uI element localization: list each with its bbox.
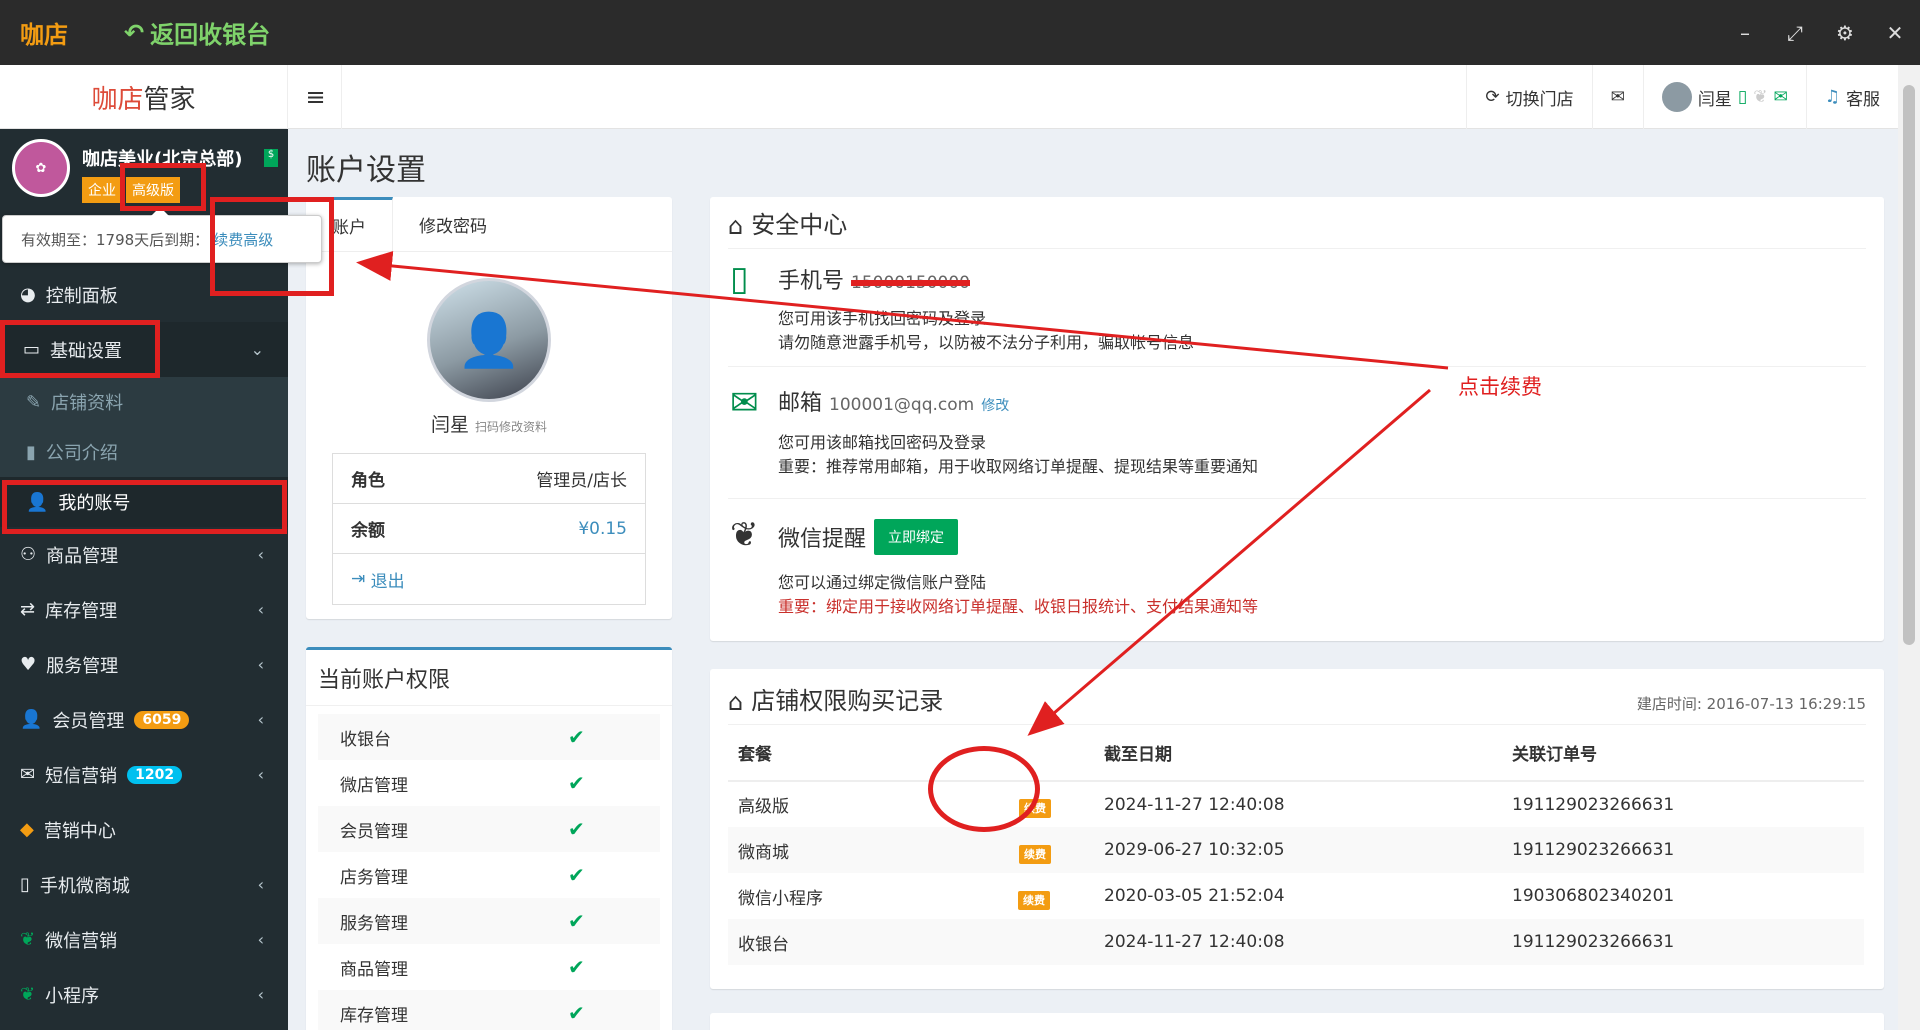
annotation-box-renew	[210, 197, 334, 296]
annotation-circle-renew	[928, 746, 1040, 832]
annotation-box-my-account	[2, 480, 287, 534]
annotation-arrow-to-tooltip	[356, 250, 1449, 370]
annotation-arrows	[356, 250, 1449, 736]
annotation-box-premium	[120, 163, 206, 211]
annotation-box-basic-settings	[0, 320, 160, 378]
annotation-arrow-to-table	[1027, 388, 1431, 736]
annotation-text: 点击续费	[1458, 375, 1542, 399]
